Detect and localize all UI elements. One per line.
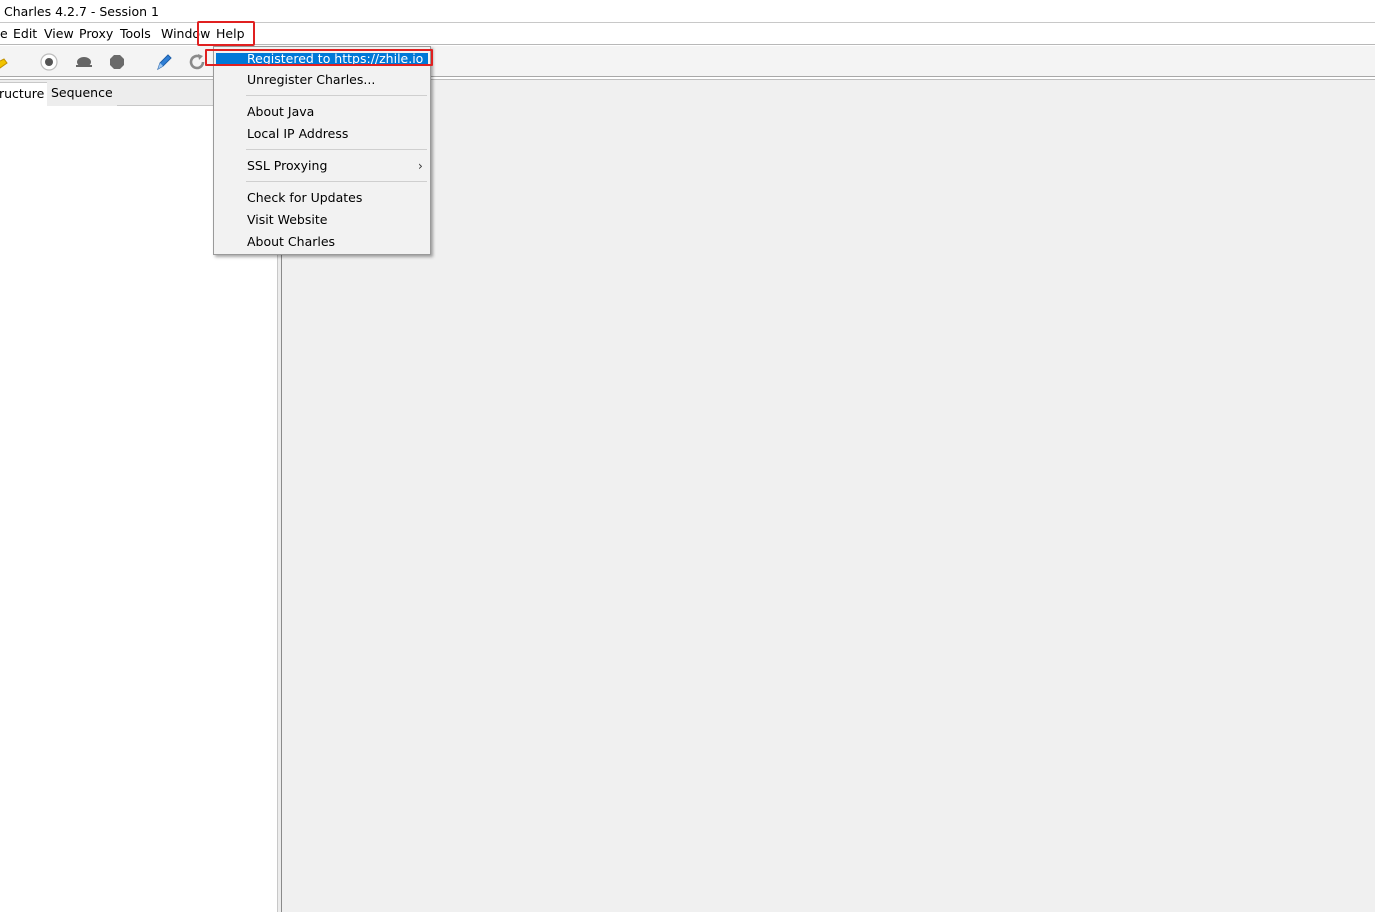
title-bar: Charles 4.2.7 - Session 1: [0, 0, 1375, 23]
tab-structure[interactable]: ructure: [0, 82, 50, 106]
menu-proxy[interactable]: Proxy: [79, 23, 113, 45]
menu-separator: [246, 149, 427, 150]
menu-file[interactable]: e: [0, 23, 8, 45]
record-icon[interactable]: [38, 51, 60, 73]
menu-item-check-updates[interactable]: Check for Updates: [216, 187, 428, 209]
menu-view[interactable]: View: [44, 23, 74, 45]
help-menu-highlight-box: [197, 21, 255, 46]
menu-item-unregister[interactable]: Unregister Charles...: [216, 69, 428, 91]
compose-pen-icon[interactable]: [153, 51, 175, 73]
charles-window: Charles 4.2.7 - Session 1 e Edit View Pr…: [0, 0, 1375, 912]
chevron-right-icon: ›: [418, 159, 423, 173]
throttle-turtle-icon[interactable]: [73, 51, 95, 73]
menu-item-local-ip[interactable]: Local IP Address: [216, 123, 428, 145]
menu-separator: [246, 181, 427, 182]
help-menu-dropdown: Registered to https://zhile.io Unregiste…: [213, 46, 431, 255]
menu-edit[interactable]: Edit: [13, 23, 37, 45]
menu-separator: [246, 95, 427, 96]
menu-item-about-charles[interactable]: About Charles: [216, 231, 428, 253]
menu-item-ssl-label: SSL Proxying: [247, 158, 328, 173]
menu-item-visit-website[interactable]: Visit Website: [216, 209, 428, 231]
breakpoint-stop-icon[interactable]: [106, 51, 128, 73]
tab-sequence[interactable]: Sequence: [47, 82, 117, 106]
broom-icon[interactable]: [0, 51, 16, 73]
registered-highlight-box: [205, 49, 433, 66]
detail-panel: [282, 80, 1375, 912]
window-title: Charles 4.2.7 - Session 1: [4, 4, 159, 19]
menu-item-about-java[interactable]: About Java: [216, 101, 428, 123]
menu-item-ssl-proxying[interactable]: SSL Proxying ›: [216, 155, 428, 177]
menu-tools[interactable]: Tools: [120, 23, 151, 45]
